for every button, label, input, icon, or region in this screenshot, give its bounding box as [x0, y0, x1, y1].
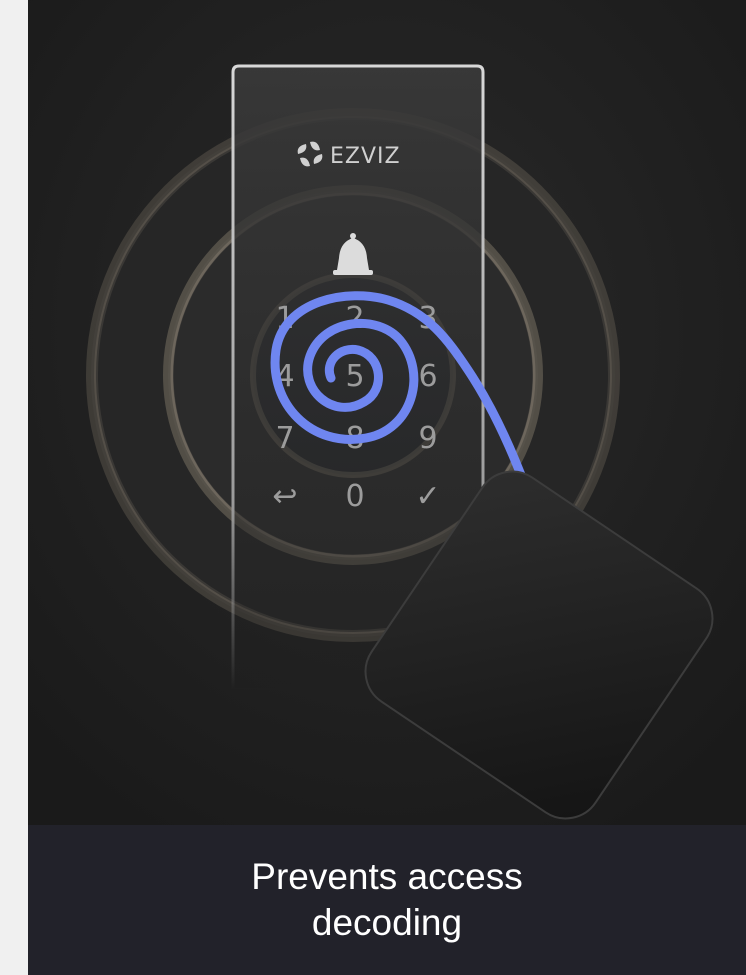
- key-5: 5: [345, 359, 364, 394]
- key-0: 0: [345, 479, 364, 514]
- caption-bar: Prevents access decoding: [28, 825, 746, 975]
- feature-caption: Prevents access decoding: [251, 856, 523, 943]
- key-7: 7: [275, 421, 294, 456]
- product-feature-card: EZVIZ 1 2 3 4 5 6 7 8 9 ↩ 0 ✓ Prevents access decod…: [28, 0, 746, 975]
- lock-illustration: EZVIZ 1 2 34 5 67 8 9↩ 0 ✓: [28, 0, 746, 825]
- key-confirm: ✓: [415, 479, 440, 514]
- key-6: 6: [418, 359, 437, 394]
- key-back: ↩: [272, 479, 297, 514]
- brand-name: EZVIZ: [330, 144, 401, 169]
- key-9: 9: [418, 421, 437, 456]
- key-2: 2: [345, 301, 364, 336]
